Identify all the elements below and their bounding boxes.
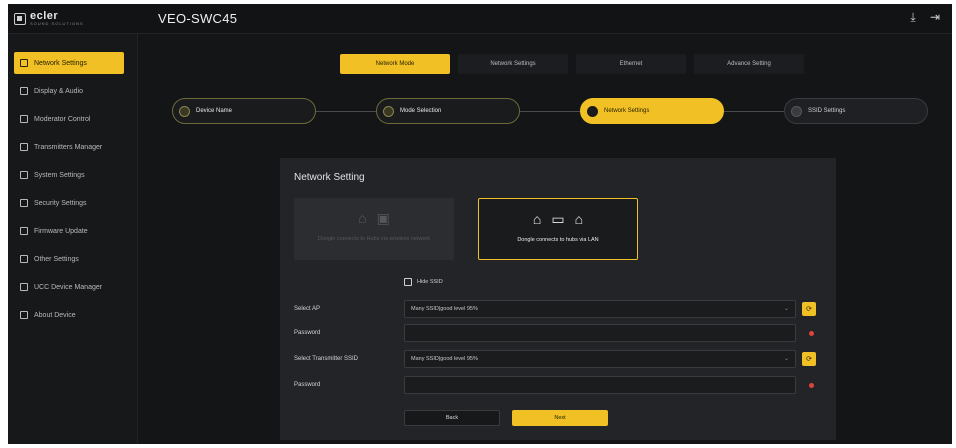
lock-icon <box>20 199 28 207</box>
sidebar-item-other-settings[interactable]: Other Settings <box>14 248 124 270</box>
moderator-icon <box>20 115 28 123</box>
tab-network-settings[interactable]: Network Settings <box>458 54 568 74</box>
step-mode-selection[interactable]: Mode Selection <box>376 98 520 124</box>
step-done-icon <box>179 105 190 117</box>
display-icon <box>20 87 28 95</box>
tab-ethernet[interactable]: Ethernet <box>576 54 686 74</box>
option-lan-icons: ⌂ ▭ ⌂ <box>479 211 637 228</box>
step-ssid-settings[interactable]: SSID Settings <box>784 98 928 124</box>
refresh-ap-button[interactable]: ⟳ <box>802 302 816 316</box>
select-transmitter-ssid-dropdown[interactable]: Many SSID|good level 95% ⌄ <box>404 350 796 368</box>
step-device-name[interactable]: Device Name <box>172 98 316 124</box>
gear-icon <box>20 171 28 179</box>
download-icon[interactable]: ⤓ <box>906 10 920 24</box>
mode-tabs: Network Mode Network Settings Ethernet A… <box>340 54 804 74</box>
device-title: VEO-SWC45 <box>158 11 238 26</box>
tab-network-mode[interactable]: Network Mode <box>340 54 450 74</box>
sidebar-item-label: Display & Audio <box>34 87 84 95</box>
hide-ssid-label: Hide SSID <box>417 279 443 285</box>
sidebar-item-firmware-update[interactable]: Firmware Update <box>14 220 124 242</box>
option-lan-text: Dongle connects to hubs via LAN <box>517 237 599 243</box>
main-content: Network Mode Network Settings Ethernet A… <box>148 40 948 440</box>
update-icon <box>20 227 28 235</box>
step-current-icon <box>587 105 598 117</box>
sidebar-item-display-audio[interactable]: Display & Audio <box>14 80 124 102</box>
panel-title: Network Setting <box>294 172 365 183</box>
step-pending-icon <box>791 105 802 117</box>
sidebar-item-label: UCC Device Manager <box>34 283 103 291</box>
hub-icon: ▣ <box>376 210 390 226</box>
sidebar-item-label: Moderator Control <box>34 115 91 123</box>
logo-subtext: SOUND SOLUTIONS <box>30 21 84 26</box>
logo-text: ecler <box>30 10 59 22</box>
sidebar-item-label: About Device <box>34 311 76 319</box>
chevron-down-icon: ⌄ <box>783 356 789 362</box>
back-button[interactable]: Back <box>404 410 500 426</box>
top-bar: ecler SOUND SOLUTIONS VEO-SWC45 ⤓ ⇥ <box>8 4 952 34</box>
hide-ssid-checkbox[interactable] <box>404 278 412 286</box>
sidebar-item-network-settings[interactable]: Network Settings <box>14 52 124 74</box>
sidebar-item-label: Firmware Update <box>34 227 88 235</box>
step-connector <box>316 111 376 112</box>
device-icon <box>20 283 28 291</box>
router-icon: ⌂ <box>532 211 542 227</box>
logo-mark-icon <box>14 12 26 25</box>
step-connector <box>724 111 784 112</box>
sidebar-item-ucc-device-manager[interactable]: UCC Device Manager <box>14 276 124 298</box>
step-label: Network Settings <box>604 108 650 114</box>
router-icon: ⌂ <box>574 211 584 227</box>
info-icon <box>20 311 28 319</box>
sidebar: Network Settings Display & Audio Moderat… <box>8 34 138 444</box>
sliders-icon <box>20 255 28 263</box>
select-ap-value: Many SSID|good level 95% <box>411 306 478 312</box>
network-setting-panel: Network Setting ⌂ ▣ Dongle connects to H… <box>280 158 836 440</box>
next-button[interactable]: Next <box>512 410 608 426</box>
select-transmitter-ssid-value: Many SSID|good level 95% <box>411 356 478 362</box>
sidebar-item-about-device[interactable]: About Device <box>14 304 124 326</box>
sidebar-item-moderator-control[interactable]: Moderator Control <box>14 108 124 130</box>
select-transmitter-ssid-label: Select Transmitter SSID <box>294 356 359 362</box>
required-indicator-icon <box>809 331 814 336</box>
sidebar-item-label: Other Settings <box>34 255 79 263</box>
option-wireless-text: Dongle connects to Hubs via wireless net… <box>317 236 431 242</box>
step-connector <box>520 111 580 112</box>
step-label: Mode Selection <box>400 108 442 114</box>
option-wireless-icons: ⌂ ▣ <box>294 210 454 227</box>
required-indicator-icon <box>809 383 814 388</box>
step-label: Device Name <box>196 108 233 114</box>
transmitter-password-label: Password <box>294 382 321 388</box>
logout-icon[interactable]: ⇥ <box>928 10 942 24</box>
step-network-settings[interactable]: Network Settings <box>580 98 724 124</box>
ecler-logo: ecler SOUND SOLUTIONS <box>14 11 84 26</box>
app-window: ecler SOUND SOLUTIONS VEO-SWC45 ⤓ ⇥ Netw… <box>8 4 952 444</box>
sidebar-item-label: Network Settings <box>34 59 87 67</box>
sidebar-item-label: Transmitters Manager <box>34 143 103 151</box>
header-actions: ⤓ ⇥ <box>906 10 942 24</box>
sidebar-item-security-settings[interactable]: Security Settings <box>14 192 124 214</box>
sidebar-item-label: System Settings <box>34 171 85 179</box>
option-wireless[interactable]: ⌂ ▣ Dongle connects to Hubs via wireless… <box>294 198 454 260</box>
sidebar-item-transmitters-manager[interactable]: Transmitters Manager <box>14 136 124 158</box>
router-icon: ⌂ <box>358 210 367 226</box>
transmitter-password-field[interactable] <box>404 376 796 394</box>
setup-stepper: Device Name Mode Selection Network Setti… <box>172 98 932 126</box>
sidebar-item-label: Security Settings <box>34 199 87 207</box>
option-lan[interactable]: ⌂ ▭ ⌂ Dongle connects to hubs via LAN <box>478 198 638 260</box>
tab-advance-setting[interactable]: Advance Setting <box>694 54 804 74</box>
ap-password-label: Password <box>294 330 321 336</box>
refresh-ssid-button[interactable]: ⟳ <box>802 352 816 366</box>
chevron-down-icon: ⌄ <box>783 306 789 312</box>
hide-ssid-row: Hide SSID <box>404 278 443 286</box>
select-ap-label: Select AP <box>294 306 321 312</box>
step-label: SSID Settings <box>808 108 846 114</box>
sidebar-item-system-settings[interactable]: System Settings <box>14 164 124 186</box>
network-icon <box>20 59 28 67</box>
ap-password-field[interactable] <box>404 324 796 342</box>
monitor-icon: ▭ <box>551 211 565 227</box>
step-done-icon <box>383 105 394 117</box>
select-ap-dropdown[interactable]: Many SSID|good level 95% ⌄ <box>404 300 796 318</box>
transmitter-icon <box>20 143 28 151</box>
